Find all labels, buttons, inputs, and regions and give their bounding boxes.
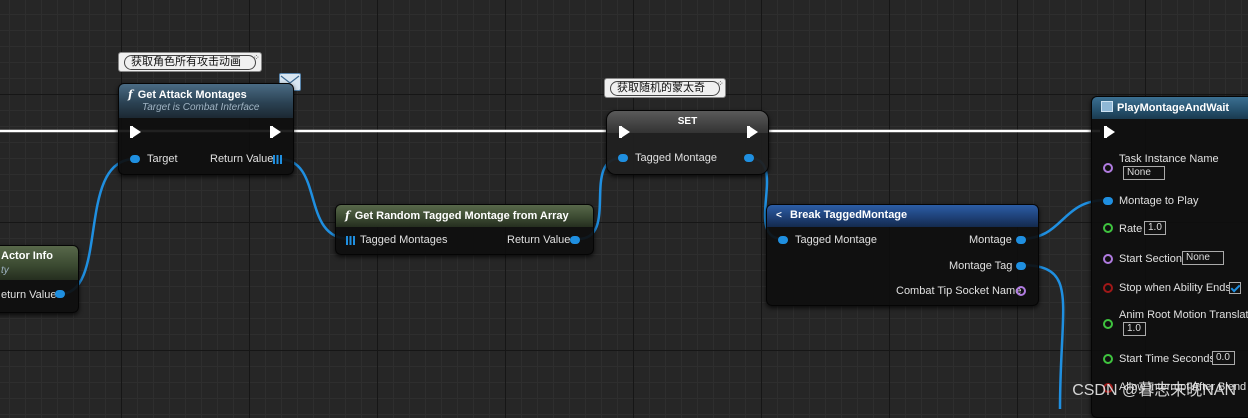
anim-root-motion-field[interactable]: 1.0	[1123, 322, 1146, 336]
exec-out-pin[interactable]	[747, 126, 758, 138]
comment-bubble-random[interactable]: 获取随机的蒙太奇 ⁘	[604, 78, 726, 98]
get-random-tagged-montage-node[interactable]: f Get Random Tagged Montage from Array Ta…	[335, 204, 594, 255]
pin-comment-icon[interactable]: ⁘	[253, 54, 260, 68]
break-struct-icon: <	[776, 210, 782, 221]
tagged-montage-label: Tagged Montage	[635, 152, 717, 164]
array-icon[interactable]	[346, 236, 355, 245]
break-tagged-montage-node[interactable]: < Break TaggedMontage Tagged Montage Mont…	[766, 204, 1039, 306]
return-value-label: Return Value	[507, 234, 571, 246]
start-time-seconds-pin[interactable]	[1103, 354, 1113, 364]
montage-tag-out-pin[interactable]	[1016, 262, 1026, 270]
task-instance-name-label: Task Instance Name	[1119, 153, 1219, 165]
node-title: Get Attack Montages	[137, 89, 247, 101]
montage-tag-label: Montage Tag	[949, 260, 1013, 272]
task-instance-name-field[interactable]: None	[1123, 166, 1165, 180]
montage-label: Montage	[969, 234, 1012, 246]
node-title: Get Random Tagged Montage from Array	[354, 210, 569, 222]
actor-info-node[interactable]: Actor Info ty eturn Value	[0, 245, 79, 313]
get-attack-montages-node[interactable]: f Get Attack Montages Target is Combat In…	[118, 83, 294, 175]
target-pin[interactable]	[130, 155, 140, 163]
task-node-icon	[1101, 101, 1113, 112]
tagged-montage-out-pin[interactable]	[744, 154, 754, 162]
return-value-pin[interactable]	[55, 290, 65, 298]
tagged-montage-in-pin[interactable]	[778, 236, 788, 244]
function-icon: f	[128, 88, 133, 101]
start-section-pin[interactable]	[1103, 254, 1113, 264]
tagged-montage-in-pin[interactable]	[618, 154, 628, 162]
target-label: Target	[147, 153, 178, 165]
start-time-seconds-label: Start Time Seconds	[1119, 353, 1215, 365]
return-value-pin[interactable]	[570, 236, 580, 244]
combat-tip-socket-name-label: Combat Tip Socket Name	[896, 285, 1022, 297]
node-title: PlayMontageAndWait	[1117, 102, 1230, 114]
rate-field[interactable]: 1.0	[1144, 221, 1166, 235]
stop-when-ability-ends-pin[interactable]	[1103, 283, 1113, 293]
node-header[interactable]: f Get Random Tagged Montage from Array	[336, 205, 593, 227]
tagged-montages-label: Tagged Montages	[360, 234, 448, 246]
exec-out-pin[interactable]	[270, 126, 281, 138]
function-icon: f	[345, 209, 350, 222]
comment-bubble-get-attack[interactable]: 获取角色所有攻击动画 ⁘	[118, 52, 262, 72]
exec-in-pin[interactable]	[619, 126, 630, 138]
play-montage-and-wait-node[interactable]: PlayMontageAndWait Task Instance Name No…	[1091, 96, 1248, 418]
node-header[interactable]: < Break TaggedMontage	[767, 205, 1038, 227]
combat-tip-socket-name-pin[interactable]	[1016, 286, 1026, 296]
node-title: SET	[677, 116, 698, 127]
start-time-seconds-field[interactable]: 0.0	[1212, 351, 1235, 365]
exec-in-pin[interactable]	[1104, 126, 1115, 138]
pin-comment-icon[interactable]: ⁘	[717, 80, 724, 94]
node-title: Break TaggedMontage	[790, 209, 908, 221]
node-title: Actor Info	[1, 250, 53, 262]
stop-when-ability-ends-checkbox[interactable]	[1229, 282, 1241, 294]
anim-root-motion-pin[interactable]	[1103, 319, 1113, 329]
array-icon[interactable]	[273, 155, 282, 164]
return-value-label: eturn Value	[1, 289, 57, 301]
task-instance-name-pin[interactable]	[1103, 163, 1113, 173]
comment-text: 获取角色所有攻击动画	[124, 55, 256, 70]
node-header[interactable]: SET	[607, 111, 768, 133]
start-section-field[interactable]: None	[1182, 251, 1224, 265]
node-header[interactable]: f Get Attack Montages Target is Combat In…	[119, 84, 293, 118]
exec-in-pin[interactable]	[130, 126, 141, 138]
node-header[interactable]: PlayMontageAndWait	[1092, 97, 1248, 119]
montage-to-play-label: Montage to Play	[1119, 195, 1199, 207]
montage-to-play-pin[interactable]	[1103, 197, 1113, 205]
comment-text: 获取随机的蒙太奇	[610, 81, 720, 96]
rate-label: Rate	[1119, 223, 1143, 235]
node-subtitle: Target is Combat Interface	[142, 102, 260, 113]
rate-pin[interactable]	[1103, 223, 1113, 233]
watermark: CSDN @暮志未晚NAN	[1072, 382, 1236, 399]
set-node[interactable]: SET Tagged Montage	[606, 110, 769, 175]
montage-out-pin[interactable]	[1016, 236, 1026, 244]
node-subtitle: ty	[1, 265, 9, 276]
node-header[interactable]: Actor Info ty	[0, 246, 78, 280]
anim-root-motion-label: Anim Root Motion Translatio	[1119, 309, 1248, 321]
return-value-label: Return Value	[210, 153, 274, 165]
stop-when-ability-ends-label: Stop when Ability Ends	[1119, 282, 1231, 294]
tagged-montage-label: Tagged Montage	[795, 234, 877, 246]
start-section-label: Start Section	[1119, 253, 1182, 265]
